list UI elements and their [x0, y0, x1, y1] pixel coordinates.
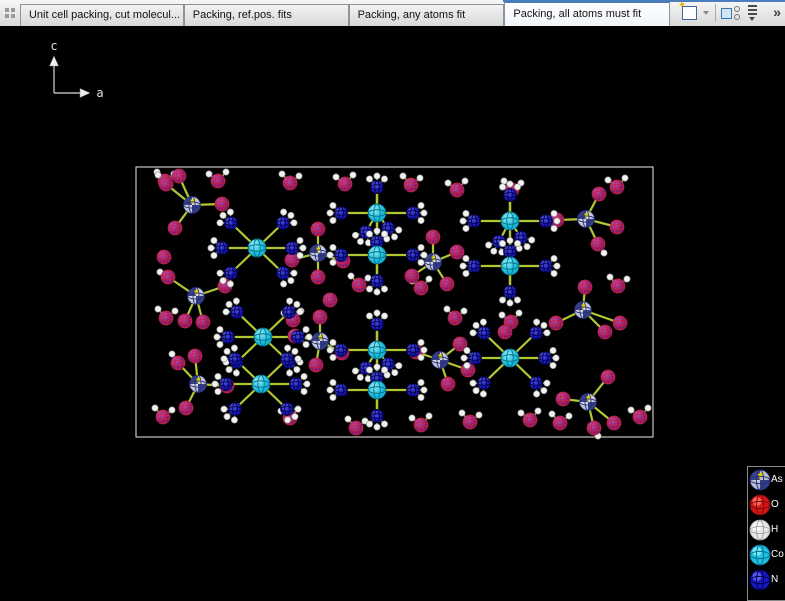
- co-sphere-icon: [749, 544, 771, 566]
- new-view-button[interactable]: ✦: [678, 3, 700, 23]
- tab-label: Unit cell packing, cut molecul...: [29, 9, 180, 21]
- chevron-down-icon: [703, 11, 709, 15]
- tab-packing-any-atoms-fit[interactable]: Packing, any atoms fit: [349, 4, 505, 26]
- legend-label: H: [771, 524, 778, 535]
- h-sphere-icon: [749, 519, 771, 541]
- n-sphere-icon: [749, 569, 771, 591]
- tab-label: Packing, ref.pos. fits: [193, 9, 292, 21]
- tab-packing-refpos-fits[interactable]: Packing, ref.pos. fits: [184, 4, 349, 26]
- tab-toolbar: ✦ »: [678, 0, 785, 26]
- legend-entry: N: [748, 567, 785, 592]
- as-sphere-icon: [749, 469, 771, 491]
- structure-canvas[interactable]: ca AsOHCoN: [0, 26, 785, 581]
- legend-label: O: [771, 499, 779, 510]
- tab-label: Packing, all atoms must fit: [513, 8, 641, 20]
- form-layout-icon: [721, 6, 740, 20]
- o-sphere-icon: [749, 494, 771, 516]
- toolbar-grip-handle[interactable]: [0, 2, 20, 24]
- legend-entry: O: [748, 492, 785, 517]
- form-layout-button[interactable]: [719, 3, 741, 23]
- toolbar-separator: [715, 4, 716, 22]
- axis-indicator: ca: [50, 39, 104, 100]
- legend-entry: H: [748, 517, 785, 542]
- tab-unit-cell-packing[interactable]: Unit cell packing, cut molecul...: [20, 4, 184, 26]
- tab-bar: Unit cell packing, cut molecul... Packin…: [0, 0, 785, 26]
- structure-viewport[interactable]: ca: [0, 26, 785, 581]
- sparkle-icon: ✦: [678, 1, 686, 11]
- svg-text:c: c: [50, 39, 57, 53]
- legend-entry: As: [748, 467, 785, 492]
- legend-entry: Co: [748, 542, 785, 567]
- svg-text:a: a: [96, 86, 103, 100]
- tab-label: Packing, any atoms fit: [358, 9, 466, 21]
- new-view-icon: ✦: [682, 6, 697, 20]
- list-arrow-icon: [748, 5, 757, 21]
- new-view-dropdown-arrow[interactable]: [700, 3, 712, 23]
- legend-label: As: [771, 474, 783, 485]
- legend-label: Co: [771, 549, 784, 560]
- tab-packing-all-atoms-must-fit[interactable]: Packing, all atoms must fit: [504, 1, 670, 26]
- list-options-button[interactable]: [741, 3, 763, 23]
- tab-overflow-chevron[interactable]: »: [773, 4, 779, 20]
- legend-label: N: [771, 574, 778, 585]
